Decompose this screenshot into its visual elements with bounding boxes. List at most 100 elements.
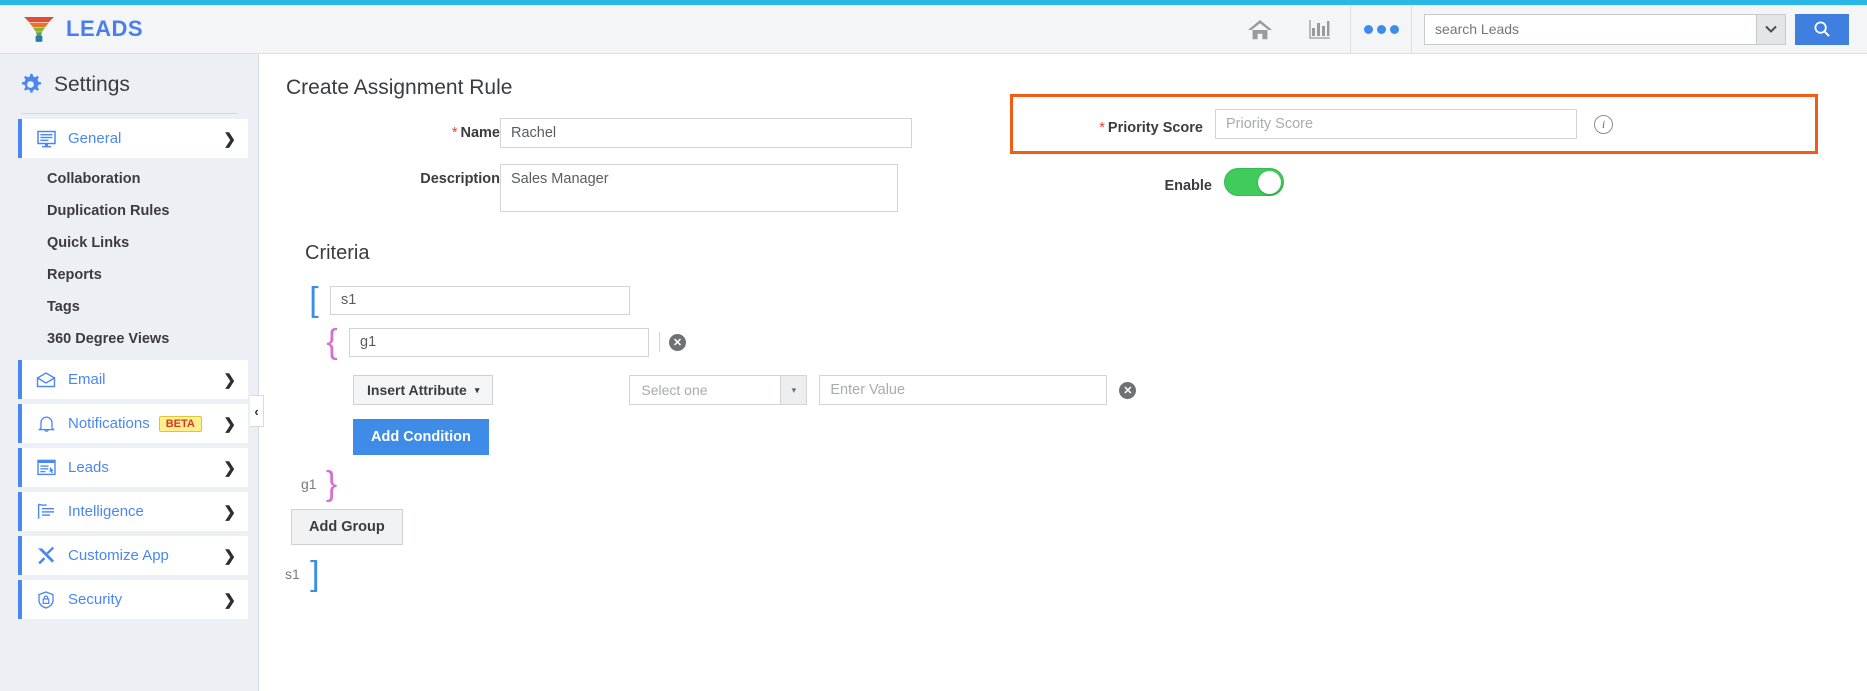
sidebar-title: Settings	[54, 72, 130, 96]
name-label: * Name	[260, 118, 500, 141]
sidebar-subitem-collaboration[interactable]: Collaboration	[0, 163, 258, 195]
monitor-icon	[36, 129, 56, 149]
remove-condition-button[interactable]: ✕	[1119, 381, 1137, 399]
condition-row: Insert Attribute ▾ Select one ▾ ✕	[353, 375, 1705, 405]
chevron-down-icon: ▾	[780, 376, 807, 404]
chevron-right-icon: ❯	[223, 503, 236, 521]
set-close-bracket: ]	[310, 555, 320, 593]
priority-score-highlight: *Priority Score i	[1010, 94, 1818, 154]
sidebar-subitem-360-degree-views[interactable]: 360 Degree Views	[0, 323, 258, 355]
chevron-right-icon: ❯	[223, 415, 236, 433]
group-close-brace: }	[325, 465, 338, 503]
dot-1	[1363, 24, 1373, 34]
operator-select-value: Select one	[641, 382, 708, 398]
sidebar-item-email[interactable]: Email ❯	[18, 360, 248, 399]
sidebar-item-label: General	[68, 130, 122, 147]
chevron-right-icon: ❯	[223, 371, 236, 389]
enable-toggle[interactable]	[1224, 168, 1284, 196]
bell-icon	[36, 414, 56, 434]
search-input[interactable]	[1424, 13, 1756, 45]
chevron-down-icon: ▾	[474, 384, 480, 395]
sidebar-subitem-reports[interactable]: Reports	[0, 259, 258, 291]
condition-value-input[interactable]	[819, 375, 1108, 405]
group-close-tag: g1	[301, 476, 317, 492]
add-condition-button[interactable]: Add Condition	[353, 419, 489, 455]
insert-attribute-label: Insert Attribute	[367, 382, 467, 398]
search-group	[1424, 13, 1849, 45]
required-asterisk: *	[1099, 119, 1105, 136]
group-open-brace: {	[326, 323, 338, 361]
divider	[659, 332, 660, 352]
intelligence-icon	[36, 502, 56, 522]
envelope-icon	[36, 370, 56, 390]
sidebar-item-security[interactable]: Security ❯	[18, 580, 248, 619]
shield-lock-icon	[36, 590, 56, 610]
status-badge-beta: BETA	[158, 415, 202, 432]
search-scope-chevron-down-icon[interactable]	[1756, 13, 1786, 45]
sidebar-item-label: Customize App	[68, 547, 169, 564]
set-close-tag: s1	[285, 566, 300, 582]
chevron-right-icon: ❯	[223, 459, 236, 477]
general-subitems: Collaboration Duplication Rules Quick Li…	[0, 163, 258, 355]
main-content: Create Assignment Rule *Name Description…	[260, 54, 1867, 691]
group-open-row: { ✕	[323, 325, 1705, 359]
sidebar-collapse-handle[interactable]: ‹	[250, 395, 264, 427]
home-icon[interactable]	[1230, 5, 1290, 54]
add-group-button[interactable]: Add Group	[291, 509, 403, 545]
set-open-row: [	[305, 283, 1705, 317]
sidebar-item-label: Leads	[68, 459, 109, 476]
tools-icon	[36, 546, 56, 566]
dot-3	[1389, 24, 1399, 34]
chevron-right-icon: ❯	[223, 591, 236, 609]
bar-chart-icon[interactable]	[1290, 5, 1350, 54]
set-open-bracket: [	[309, 281, 319, 319]
description-row: Description	[260, 164, 940, 212]
gear-icon	[22, 73, 41, 93]
remove-group-button[interactable]: ✕	[669, 333, 686, 351]
operator-select[interactable]: Select one ▾	[629, 375, 808, 405]
sidebar-header: Settings	[0, 54, 258, 113]
insert-attribute-button[interactable]: Insert Attribute ▾	[353, 375, 494, 405]
sidebar-item-customize-app[interactable]: Customize App ❯	[18, 536, 248, 575]
toggle-knob	[1258, 170, 1281, 194]
lead-list-icon	[36, 458, 56, 478]
sidebar-item-leads[interactable]: Leads ❯	[18, 448, 248, 487]
group-close-row: g1 }	[301, 467, 1705, 501]
criteria-title: Criteria	[305, 242, 370, 264]
sidebar-item-label: Security	[68, 591, 123, 608]
dot-2	[1376, 24, 1386, 34]
header-actions	[1230, 4, 1867, 54]
description-input[interactable]	[500, 164, 898, 212]
description-label: Description	[420, 171, 500, 187]
enable-label: Enable	[1164, 177, 1212, 194]
chevron-right-icon: ❯	[223, 130, 236, 148]
priority-score-input[interactable]	[1215, 109, 1577, 139]
info-icon[interactable]: i	[1594, 114, 1613, 134]
sidebar-subitem-tags[interactable]: Tags	[0, 291, 258, 323]
required-asterisk: *	[451, 125, 458, 141]
app-root: LEADS search Leads Settings General ❯ Co…	[0, 0, 1867, 691]
priority-score-label-text: Priority Score	[1107, 119, 1203, 136]
sidebar-item-label: Notifications	[68, 415, 150, 432]
name-input[interactable]	[500, 118, 912, 148]
set-name-input[interactable]	[330, 285, 630, 315]
brand-logo[interactable]: LEADS	[22, 14, 143, 44]
funnel-icon	[22, 14, 56, 44]
sidebar-item-intelligence[interactable]: Intelligence ❯	[18, 492, 248, 531]
more-dots-icon[interactable]	[1350, 4, 1412, 54]
chevron-right-icon: ❯	[223, 547, 236, 565]
search-button[interactable]	[1795, 13, 1849, 45]
sidebar-item-general[interactable]: General ❯	[18, 119, 248, 158]
sidebar-subitem-quick-links[interactable]: Quick Links	[0, 227, 258, 259]
sidebar-item-label: Email	[68, 371, 106, 388]
add-group-row: Add Group	[291, 509, 1705, 545]
sidebar-subitem-duplication-rules[interactable]: Duplication Rules	[0, 195, 258, 227]
name-label-text: Name	[460, 125, 501, 141]
priority-score-label: * Priority Score	[1013, 113, 1203, 136]
sidebar-item-notifications[interactable]: Notifications BETA ❯	[18, 404, 248, 443]
priority-enable-form: *Priority Score i Enable	[1010, 94, 1830, 196]
add-condition-row: Add Condition	[353, 419, 1705, 455]
criteria-section: Criteria [ { ✕ Insert Attribute ▾	[285, 242, 1705, 593]
enable-row: Enable	[1010, 168, 1830, 196]
group-name-input[interactable]	[349, 327, 649, 357]
